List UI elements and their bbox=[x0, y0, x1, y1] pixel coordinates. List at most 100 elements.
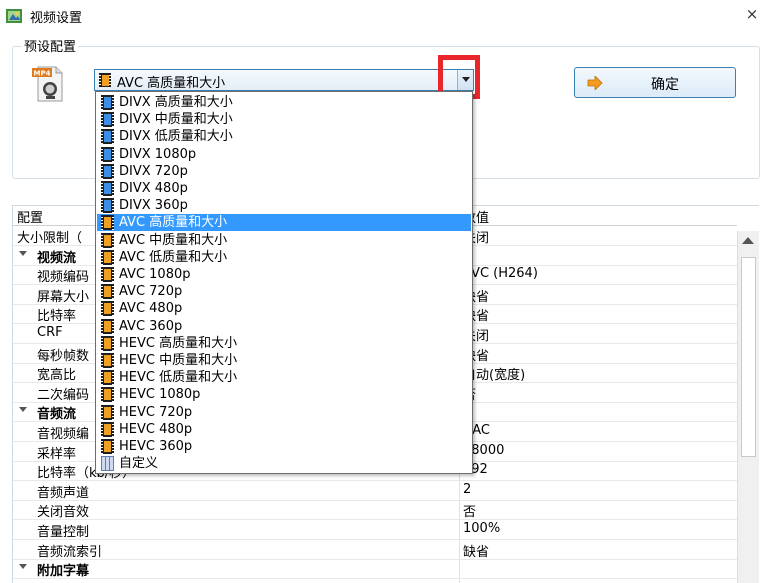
hevc-film-icon bbox=[101, 370, 114, 386]
avc-film-icon bbox=[101, 318, 114, 334]
dropdown-option-label: HEVC 360p bbox=[119, 439, 193, 454]
row-name: 关闭音效 bbox=[37, 505, 90, 521]
expand-arrow-icon[interactable] bbox=[19, 250, 27, 256]
row-name: 大小限制（ bbox=[17, 231, 83, 246]
dropdown-option-label: 自定义 bbox=[119, 456, 159, 472]
row-value[interactable]: 缺省 bbox=[463, 541, 489, 560]
divx-film-icon bbox=[101, 146, 114, 162]
dropdown-option-label: AVC 480p bbox=[119, 301, 183, 317]
row-name: 比特率 bbox=[37, 309, 77, 325]
vertical-scrollbar[interactable] bbox=[737, 231, 759, 583]
dropdown-option[interactable]: AVC 360p bbox=[97, 318, 471, 335]
divx-film-icon bbox=[101, 198, 114, 214]
row-name: 音视频编 bbox=[37, 427, 90, 442]
dropdown-option[interactable]: AVC 中质量和大小 bbox=[97, 232, 471, 249]
row-value[interactable]: 否 bbox=[463, 501, 476, 520]
avc-film-icon bbox=[101, 232, 114, 248]
arrow-right-icon bbox=[587, 76, 603, 90]
avc-film-icon bbox=[101, 284, 114, 300]
row-value[interactable]: 2 bbox=[463, 482, 471, 497]
dropdown-option-label: AVC 720p bbox=[119, 284, 183, 300]
scroll-up-arrow-icon[interactable] bbox=[742, 237, 754, 244]
expand-arrow-icon[interactable] bbox=[19, 407, 27, 413]
avc-film-icon bbox=[101, 215, 114, 231]
preset-selected-value: AVC 高质量和大小 bbox=[117, 76, 226, 91]
dropdown-option-label: AVC 低质量和大小 bbox=[119, 249, 228, 265]
row-name: 附加字幕 bbox=[37, 564, 90, 580]
dropdown-option[interactable]: HEVC 高质量和大小 bbox=[97, 335, 471, 352]
dropdown-option-label: DIVX 高质量和大小 bbox=[119, 95, 233, 110]
dropdown-option-label: HEVC 720p bbox=[119, 404, 193, 420]
avc-film-icon bbox=[101, 267, 114, 282]
row-name: 采样率 bbox=[37, 446, 77, 462]
dropdown-option-label: DIVX 720p bbox=[119, 163, 188, 179]
dropdown-option[interactable]: HEVC 360p bbox=[97, 438, 471, 455]
dropdown-option[interactable]: DIVX 720p bbox=[97, 163, 471, 180]
confirm-button-label: 确定 bbox=[651, 77, 679, 93]
app-icon bbox=[6, 9, 22, 23]
dropdown-option[interactable]: HEVC 中质量和大小 bbox=[97, 352, 471, 369]
dropdown-option[interactable]: DIVX 480p bbox=[97, 180, 471, 197]
dropdown-option[interactable]: AVC 低质量和大小 bbox=[97, 249, 471, 266]
preset-group-label: 预设配置 bbox=[22, 36, 79, 55]
dropdown-option[interactable]: DIVX 中质量和大小 bbox=[97, 111, 471, 128]
divx-film-icon bbox=[101, 95, 114, 110]
dropdown-option[interactable]: AVC 高质量和大小 bbox=[97, 214, 471, 232]
dropdown-option[interactable]: HEVC 1080p bbox=[97, 386, 471, 403]
scrollbar-thumb[interactable] bbox=[741, 257, 756, 457]
dropdown-option[interactable]: DIVX 360p bbox=[97, 197, 471, 214]
dropdown-option[interactable]: DIVX 1080p bbox=[97, 146, 471, 163]
table-row[interactable]: 音频声道 2 bbox=[13, 481, 737, 501]
dropdown-option[interactable]: 自定义 bbox=[97, 455, 471, 472]
avc-film-icon bbox=[99, 73, 111, 87]
row-name: 音量控制 bbox=[37, 525, 90, 540]
dropdown-option-label: DIVX 低质量和大小 bbox=[119, 129, 233, 145]
expand-arrow-icon[interactable] bbox=[19, 564, 27, 570]
table-row[interactable]: 关闭音效 否 bbox=[13, 500, 737, 521]
hevc-film-icon bbox=[101, 404, 114, 420]
dropdown-option[interactable]: DIVX 低质量和大小 bbox=[97, 128, 471, 145]
mp4-badge-text: MP4 bbox=[34, 70, 51, 78]
dropdown-option-label: AVC 1080p bbox=[119, 267, 191, 282]
row-value[interactable]: AVC (H264) bbox=[463, 266, 538, 281]
dropdown-option-label: HEVC 480p bbox=[119, 421, 193, 437]
confirm-button[interactable]: 确定 bbox=[574, 67, 736, 98]
row-value[interactable]: 100% bbox=[463, 521, 500, 536]
dropdown-option-label: DIVX 480p bbox=[119, 181, 188, 196]
row-name: 音频声道 bbox=[37, 485, 90, 501]
dropdown-option[interactable]: HEVC 720p bbox=[97, 404, 471, 421]
window-title: 视频设置 bbox=[30, 11, 83, 26]
dropdown-option-label: HEVC 低质量和大小 bbox=[119, 370, 238, 386]
hevc-film-icon bbox=[101, 387, 114, 403]
dropdown-option[interactable]: AVC 1080p bbox=[97, 266, 471, 283]
row-name: CRF bbox=[37, 325, 63, 340]
dropdown-option-label: AVC 中质量和大小 bbox=[119, 232, 228, 248]
dropdown-option-label: AVC 360p bbox=[119, 318, 183, 334]
dropdown-option-label: DIVX 1080p bbox=[119, 146, 197, 162]
table-row[interactable]: 音频流索引 缺省 bbox=[13, 540, 737, 560]
divx-film-icon bbox=[101, 129, 114, 145]
dropdown-option[interactable]: DIVX 高质量和大小 bbox=[97, 94, 471, 111]
dropdown-option[interactable]: HEVC 480p bbox=[97, 421, 471, 438]
dropdown-option[interactable]: HEVC 低质量和大小 bbox=[97, 369, 471, 386]
table-row[interactable]: 音量控制 100% bbox=[13, 520, 737, 540]
mp4-file-icon: MP4 bbox=[32, 66, 63, 102]
dropdown-option[interactable]: AVC 480p bbox=[97, 300, 471, 317]
dropdown-option-label: HEVC 1080p bbox=[119, 387, 201, 403]
divx-film-icon bbox=[101, 163, 114, 179]
preset-dropdown-list: DIVX 高质量和大小 DIVX 中质量和大小 DIVX 低质量和大小 DIVX 10… bbox=[95, 91, 473, 474]
hevc-film-icon bbox=[101, 335, 114, 351]
table-group-row[interactable]: 附加字幕 bbox=[13, 559, 737, 580]
row-name: 音频流 bbox=[37, 407, 77, 423]
row-name: 屏幕大小 bbox=[37, 289, 90, 305]
dropdown-option-label: DIVX 中质量和大小 bbox=[119, 112, 233, 128]
dropdown-option-label: DIVX 360p bbox=[119, 198, 188, 214]
dropdown-option[interactable]: AVC 720p bbox=[97, 283, 471, 300]
hevc-film-icon bbox=[101, 439, 114, 454]
dropdown-option-label: HEVC 高质量和大小 bbox=[119, 335, 238, 351]
hevc-film-icon bbox=[101, 353, 114, 368]
close-button[interactable]: × bbox=[744, 5, 760, 23]
preset-combobox[interactable]: AVC 高质量和大小 bbox=[94, 69, 474, 91]
row-name: 宽高比 bbox=[37, 368, 77, 384]
avc-film-icon bbox=[101, 249, 114, 265]
